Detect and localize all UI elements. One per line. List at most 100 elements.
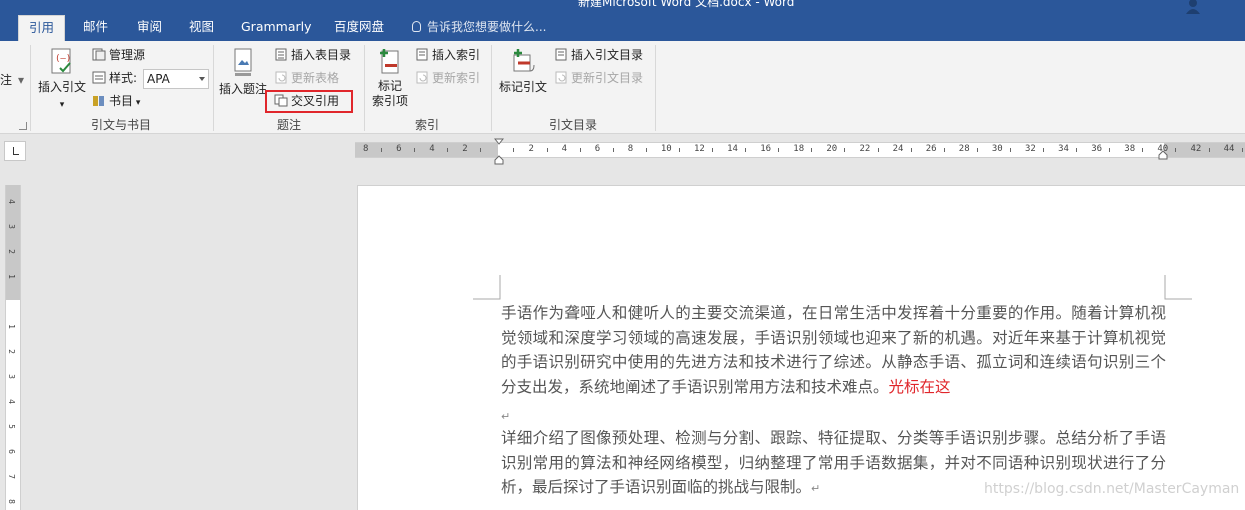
update-index-button[interactable]: 更新索引 <box>415 70 480 86</box>
insert-table-of-figures-button[interactable]: 插入表目录 <box>274 47 351 63</box>
manage-sources-icon <box>92 48 106 61</box>
mark-entry-label: 标记 索引项 <box>371 79 408 108</box>
update-table-icon <box>275 71 287 84</box>
style-icon <box>92 71 106 84</box>
insert-index-button[interactable]: 插入索引 <box>415 47 480 63</box>
manage-sources-button[interactable]: 管理源 <box>92 47 145 63</box>
bibliography-button[interactable]: 书目 ▾ <box>92 93 140 111</box>
update-index-icon <box>416 71 428 84</box>
insert-table-of-authorities-button[interactable]: 插入引文目录 <box>554 47 643 63</box>
mark-citation-button[interactable]: 标记引文 <box>497 47 549 95</box>
lightbulb-icon <box>412 21 421 32</box>
tell-me-box[interactable]: 告诉我您想要做什么... <box>412 15 546 41</box>
ruler-number: 1 <box>6 324 16 329</box>
ruler-tick <box>778 148 780 152</box>
insert-index-label: 插入索引 <box>432 48 481 62</box>
chevron-down-icon: ▾ <box>59 100 65 110</box>
ruler-number: 2 <box>6 349 16 354</box>
ruler-tick <box>645 148 647 152</box>
ruler-number: 4 <box>561 144 568 154</box>
insert-caption-icon <box>234 48 252 76</box>
ruler-tick <box>381 148 382 152</box>
footnotes-cut-label[interactable]: 注 <box>0 72 12 88</box>
watermark: https://blog.csdn.net/MasterCayman <box>984 481 1240 497</box>
update-table-of-authorities-button[interactable]: 更新引文目录 <box>554 70 643 86</box>
ruler-number: 16 <box>760 144 772 154</box>
ruler-tick <box>1142 148 1144 152</box>
tab-mailings[interactable]: 邮件 <box>83 15 108 41</box>
insert-table-of-authorities-label: 插入引文目录 <box>571 48 644 62</box>
indent-markers[interactable] <box>494 138 504 168</box>
ruler-number: 28 <box>958 144 970 154</box>
style-label: 样式: <box>109 71 138 85</box>
right-indent-marker[interactable] <box>1158 150 1168 160</box>
group-separator <box>491 45 492 131</box>
group-separator <box>364 45 365 131</box>
tab-grammarly[interactable]: Grammarly <box>241 15 312 41</box>
insert-caption-button[interactable]: 插入题注 <box>218 47 268 97</box>
ruler-tick <box>1175 148 1177 152</box>
paragraph-mark: ↵ <box>501 410 511 423</box>
ruler-tick <box>447 148 449 152</box>
ruler-number: 42 <box>1190 144 1202 154</box>
ruler-tick <box>1109 148 1111 152</box>
user-icon[interactable] <box>1184 0 1202 14</box>
ruler-number: 4 <box>6 199 16 204</box>
ruler-tick <box>1043 148 1044 152</box>
ruler-number: 3 <box>6 224 16 229</box>
ruler-number: 18 <box>793 144 805 154</box>
empty-paragraph[interactable]: ↵ <box>501 403 1166 423</box>
citations-group-label: 引文与书目 <box>91 118 152 132</box>
mark-entry-button[interactable]: 标记 索引项 <box>368 47 412 109</box>
ruler-number: 32 <box>1025 144 1036 154</box>
tab-review[interactable]: 审阅 <box>137 15 162 41</box>
group-separator <box>30 45 31 131</box>
ruler-tick <box>513 148 515 152</box>
vertical-ruler[interactable]: 4 3 2 1 1 2 3 4 5 6 7 8 <box>5 185 21 510</box>
ruler-tick <box>877 148 879 152</box>
insert-citation-icon: (–) <box>51 48 71 74</box>
ruler-tick <box>480 148 482 152</box>
title-tab-bar: 新建Microsoft Word 文档.docx - Word 引用 邮件 审阅… <box>0 0 1245 41</box>
window-title: 新建Microsoft Word 文档.docx - Word <box>578 0 795 9</box>
ruler-number: 7 <box>6 474 16 479</box>
ruler-number: 2 <box>462 144 468 154</box>
style-row: 样式: <box>92 70 137 86</box>
ruler-tick <box>579 148 581 152</box>
ruler-tick <box>546 148 548 152</box>
ruler-number: 2 <box>6 249 16 254</box>
ribbon: 注 ▾ (–) 插入引文 ▾ 管理源 样式: APA 书目 ▾ 引文与书目 插入题… <box>0 41 1245 134</box>
group-separator <box>213 45 214 131</box>
chevron-down-icon: ▾ <box>133 98 141 108</box>
ruler-number: 6 <box>6 449 16 454</box>
tell-me-placeholder: 告诉我您想要做什么... <box>427 20 547 34</box>
ruler-number: 8 <box>363 144 369 154</box>
group-separator <box>655 45 656 131</box>
ruler-number: 20 <box>826 144 838 154</box>
ruler-number: 12 <box>694 144 705 154</box>
paragraph-1[interactable]: 手语作为聋哑人和健听人的主要交流渠道，在日常生活中发挥着十分重要的作用。随着计算… <box>501 301 1166 399</box>
ruler-number: 4 <box>6 399 16 404</box>
table-of-authorities-icon <box>555 48 567 61</box>
tab-baidu-netdisk[interactable]: 百度网盘 <box>334 15 384 41</box>
ruler-tick <box>1208 148 1210 152</box>
horizontal-ruler[interactable]: 8 6 4 2 2 4 6 8 10 12 14 16 18 20 22 24 26 28 30 32 34 36 38 40… <box>355 142 1245 158</box>
ruler-tick <box>712 148 713 152</box>
style-select[interactable]: APA <box>143 69 209 89</box>
insert-citation-button[interactable]: (–) 插入引文 ▾ <box>37 47 87 113</box>
ruler-number: 38 <box>1124 144 1136 154</box>
chevron-down-icon <box>199 77 205 81</box>
ruler-tick <box>612 148 614 152</box>
chevron-down-icon[interactable]: ▾ <box>18 72 24 88</box>
tab-references[interactable]: 引用 <box>18 15 66 41</box>
ruler-number: 24 <box>892 144 904 154</box>
ruler-number: 14 <box>727 144 738 154</box>
tab-view[interactable]: 视图 <box>189 15 214 41</box>
tab-selector[interactable] <box>4 141 26 161</box>
ruler-tick <box>414 148 416 152</box>
insert-table-of-figures-label: 插入表目录 <box>291 48 352 62</box>
ruler-tick <box>1076 148 1078 152</box>
dialog-launcher-icon[interactable] <box>19 122 27 130</box>
ruler-number: 34 <box>1058 144 1069 154</box>
update-table-button[interactable]: 更新表格 <box>274 70 339 86</box>
